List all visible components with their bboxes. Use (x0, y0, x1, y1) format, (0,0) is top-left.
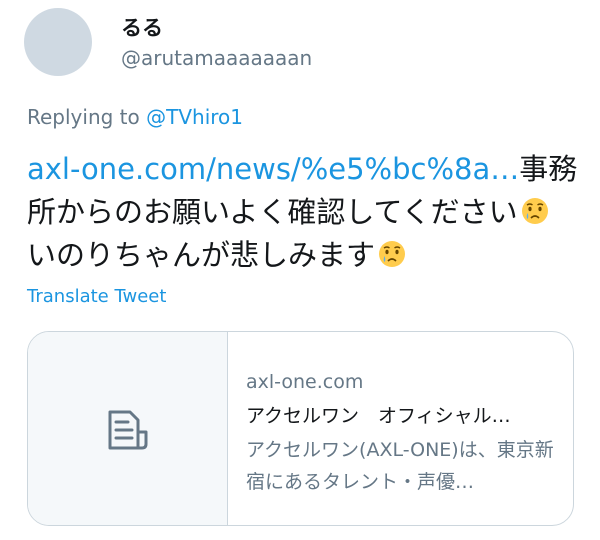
tweet-link[interactable]: axl-one.com/news/%e5%bc%8a… (27, 152, 519, 186)
tweet-text: axl-one.com/news/%e5%bc%8a…事務所からのお願いよく確認… (27, 148, 582, 277)
crying-face-emoji-icon (520, 196, 550, 226)
card-body: axl-one.com アクセルワン オフィシャル… アクセルワン(AXL-ON… (246, 368, 561, 498)
replying-to: Replying to @TVhiro1 (27, 105, 243, 129)
avatar[interactable] (24, 8, 92, 76)
card-title: アクセルワン オフィシャル… (246, 405, 511, 427)
card-description: アクセルワン(AXL-ONE)は、東京新宿にあるタレント・声優… (246, 439, 554, 493)
replying-prefix: Replying to (27, 105, 147, 129)
reply-mention-link[interactable]: @TVhiro1 (146, 105, 243, 129)
translate-tweet-link[interactable]: Translate Tweet (27, 286, 166, 307)
crying-face-emoji-icon (377, 239, 407, 269)
link-preview-card[interactable]: axl-one.com アクセルワン オフィシャル… アクセルワン(AXL-ON… (27, 331, 574, 526)
user-handle[interactable]: @arutamaaaaaaan (121, 46, 312, 70)
card-thumbnail (28, 332, 228, 525)
card-domain: axl-one.com (246, 371, 364, 393)
document-icon (106, 408, 150, 456)
tweet-text-part2: いのりちゃんが悲しみます (27, 238, 376, 272)
display-name[interactable]: るる (121, 12, 163, 42)
